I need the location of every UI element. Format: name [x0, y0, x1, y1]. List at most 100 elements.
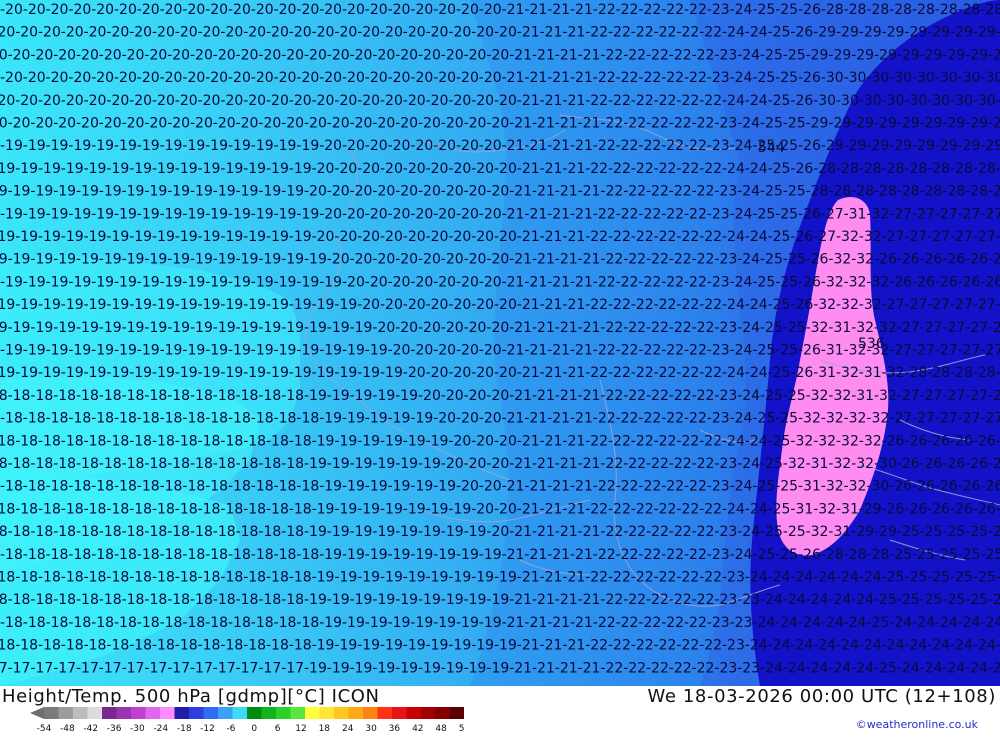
isotherm-label: -18: [175, 638, 198, 654]
isotherm-label: -21: [502, 411, 525, 427]
isotherm-label: -21: [547, 411, 570, 427]
isotherm-label: -22: [661, 2, 684, 18]
isotherm-label: -19: [304, 456, 327, 472]
legend-swatch: [450, 707, 465, 719]
isotherm-label: -32: [851, 320, 874, 336]
isotherm-label: -27: [958, 206, 981, 222]
isotherm-label: -28: [851, 184, 874, 200]
isotherm-label: -18: [281, 592, 304, 608]
isotherm-label: -22: [669, 524, 692, 540]
isotherm-label: -18: [213, 388, 236, 404]
isotherm-label: -22: [676, 638, 699, 654]
isotherm-label: -20: [38, 25, 61, 41]
credit-link[interactable]: ©weatheronline.co.uk: [856, 718, 978, 731]
isotherm-label: -18: [274, 411, 297, 427]
isotherm-label: -30: [935, 70, 958, 86]
isotherm-label: -19: [388, 411, 411, 427]
isotherm-label: -20: [205, 2, 228, 18]
isotherm-label: -18: [68, 615, 91, 631]
isotherm-label: -20: [441, 116, 464, 132]
isotherm-label: -20: [0, 93, 15, 109]
isotherm-label: -18: [182, 411, 205, 427]
isotherm-label: -22: [676, 433, 699, 449]
isotherm-label: -24: [851, 660, 874, 676]
isotherm-label: -25: [768, 365, 791, 381]
isotherm-label: -22: [600, 116, 623, 132]
isotherm-label: -18: [289, 638, 312, 654]
isotherm-label: -27: [942, 320, 965, 336]
isotherm-label: -18: [289, 501, 312, 517]
isotherm-label: -20: [418, 184, 441, 200]
isotherm-label: -19: [372, 388, 395, 404]
isotherm-label: -26: [904, 433, 927, 449]
isotherm-label: -19: [228, 343, 251, 359]
isotherm-label: -18: [23, 479, 46, 495]
isotherm-label: -24: [722, 93, 745, 109]
isotherm-label: -21: [555, 252, 578, 268]
isotherm-label: -22: [692, 660, 715, 676]
isotherm-label: -18: [137, 615, 160, 631]
isotherm-label: -29: [988, 116, 1000, 132]
isotherm-label: -19: [479, 615, 502, 631]
isotherm-label: -20: [266, 93, 289, 109]
isotherm-label: -19: [281, 252, 304, 268]
isotherm-label: -29: [958, 138, 981, 154]
isotherm-label: -27: [965, 320, 988, 336]
isotherm-label: -19: [433, 547, 456, 563]
isotherm-label: -20: [258, 47, 281, 63]
isotherm-label: -19: [91, 138, 114, 154]
isotherm-label: -22: [654, 93, 677, 109]
isotherm-label: -22: [623, 47, 646, 63]
isotherm-label: -19: [76, 252, 99, 268]
isotherm-label: -24: [722, 365, 745, 381]
isotherm-label: -19: [494, 570, 517, 586]
isotherm-label: -19: [456, 615, 479, 631]
isotherm-label: -20: [456, 479, 479, 495]
isotherm-label: -21: [562, 365, 585, 381]
isotherm-label: -27: [927, 229, 950, 245]
isotherm-label: -20: [433, 2, 456, 18]
isotherm-label: -18: [266, 501, 289, 517]
isotherm-label: -30: [889, 70, 912, 86]
isotherm-label: -25: [775, 70, 798, 86]
isotherm-label: -21: [532, 116, 555, 132]
isotherm-label: -22: [646, 660, 669, 676]
isotherm-label: -19: [251, 206, 274, 222]
isotherm-label: -20: [327, 252, 350, 268]
isotherm-label: -18: [0, 388, 8, 404]
isotherm-label: -20: [228, 2, 251, 18]
isotherm-label: -27: [996, 229, 1000, 245]
isotherm-label: -29: [920, 47, 943, 63]
isotherm-label: -19: [84, 297, 107, 313]
isotherm-label: -21: [524, 479, 547, 495]
isotherm-label: -19: [433, 479, 456, 495]
isotherm-label: -19: [220, 365, 243, 381]
isotherm-label: -19: [251, 138, 274, 154]
isotherm-label: -19: [68, 274, 91, 290]
isotherm-label: -32: [859, 229, 882, 245]
legend-swatch: [102, 707, 117, 719]
isotherm-label: -20: [236, 116, 259, 132]
isotherm-label: -25: [775, 343, 798, 359]
isotherm-label: -22: [600, 252, 623, 268]
isotherm-label: -21: [540, 161, 563, 177]
isotherm-label: -20: [448, 433, 471, 449]
isotherm-label: -19: [266, 297, 289, 313]
isotherm-label: -25: [912, 547, 935, 563]
isotherm-label: -19: [365, 479, 388, 495]
isotherm-label: -24: [730, 206, 753, 222]
isotherm-label: -19: [0, 206, 23, 222]
isotherm-label: -19: [281, 320, 304, 336]
isotherm-label: -24: [813, 638, 836, 654]
isotherm-label: -24: [730, 479, 753, 495]
isotherm-label: -19: [137, 343, 160, 359]
isotherm-label: -20: [15, 93, 38, 109]
isotherm-label: -22: [585, 297, 608, 313]
isotherm-label: -20: [486, 456, 509, 472]
isotherm-label: -20: [8, 116, 31, 132]
isotherm-label: -22: [593, 138, 616, 154]
isotherm-label: -19: [357, 501, 380, 517]
isotherm-label: -20: [494, 93, 517, 109]
isotherm-label: -18: [175, 433, 198, 449]
isotherm-label: -27: [973, 229, 996, 245]
